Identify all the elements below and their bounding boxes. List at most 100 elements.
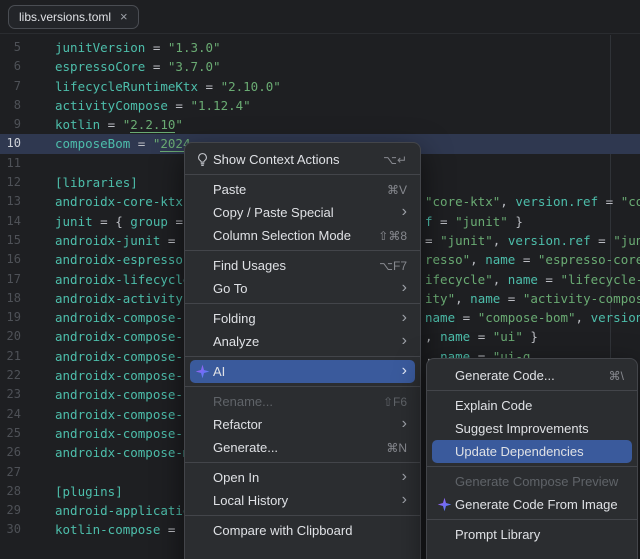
code-token: androidx-core-ktx xyxy=(55,194,183,209)
code-fragment-left: androidx-junit = { xyxy=(55,231,190,250)
ai-menu-item[interactable]: AI› xyxy=(190,360,415,383)
menu-separator xyxy=(427,519,637,520)
tab-title: libs.versions.toml xyxy=(19,10,111,24)
lightbulb-icon xyxy=(194,152,210,168)
update-dependencies-menu-item[interactable]: Update Dependencies xyxy=(432,440,632,463)
code-line-6: 6espressoCore = "3.7.0" xyxy=(0,57,640,76)
menu-separator xyxy=(185,250,420,251)
go-to-menu-item[interactable]: Go To› xyxy=(190,277,415,300)
code-fragment-left: kotlin-compose = { xyxy=(55,520,190,539)
code-fragment-left: androidx-core-ktx xyxy=(55,192,183,211)
line-number: 10 xyxy=(0,134,21,153)
menu-item-label: Generate Code... xyxy=(455,368,597,383)
editor-tab[interactable]: libs.versions.toml × xyxy=(8,5,139,29)
menu-separator xyxy=(185,303,420,304)
code-token: "2.10.0" xyxy=(221,79,281,94)
line-number: 19 xyxy=(0,308,21,327)
line-number: 15 xyxy=(0,231,21,250)
code-token: "junit xyxy=(613,233,640,248)
chevron-right-icon: › xyxy=(402,333,407,349)
code-fragment-left: lifecycleRuntimeKtx = "2.10.0" xyxy=(55,77,281,96)
generate-menu-item[interactable]: Generate...⌘N xyxy=(190,436,415,459)
code-token: "compose-bom" xyxy=(478,310,576,325)
refactor-menu-item[interactable]: Refactor› xyxy=(190,413,415,436)
code-token: androidx-compose-u xyxy=(55,426,190,441)
find-usages-menu-item[interactable]: Find Usages⌥F7 xyxy=(190,254,415,277)
code-token: androidx-lifecycle xyxy=(55,272,190,287)
code-token: = xyxy=(168,98,191,113)
shortcut-hint: ⌥F7 xyxy=(379,259,407,273)
line-number: 20 xyxy=(0,327,21,346)
analyze-menu-item[interactable]: Analyze › xyxy=(190,330,415,353)
code-fragment-left: composeBom = "2024 xyxy=(55,134,190,153)
ide-window: { "tab": { "title": "libs.versions.toml"… xyxy=(0,0,640,559)
column-selection-mode-menu-item[interactable]: Column Selection Mode ⇧⌘8 xyxy=(190,224,415,247)
generate-code-menu-item[interactable]: Generate Code...⌘\ xyxy=(432,364,632,387)
code-token: androidx-compose-u xyxy=(55,387,190,402)
code-token: androidx-espresso- xyxy=(55,252,190,267)
line-number: 26 xyxy=(0,443,21,462)
suggest-improvements-menu-item[interactable]: Suggest Improvements xyxy=(432,417,632,440)
code-fragment-right: = "junit", version.ref = "junit xyxy=(425,231,640,250)
prompt-library-menu-item[interactable]: Prompt Library xyxy=(432,523,632,546)
menu-item-label: Column Selection Mode xyxy=(213,228,366,243)
menu-item-label: Generate Code From Image xyxy=(455,497,624,512)
code-line-9: 9kotlin = "2.2.10" xyxy=(0,115,640,134)
line-number: 14 xyxy=(0,212,21,231)
code-token: activityCompose xyxy=(55,98,168,113)
code-token: junit xyxy=(55,214,93,229)
editor-tab-bar: libs.versions.toml × xyxy=(0,0,640,34)
menu-item-label: Analyze xyxy=(213,334,390,349)
menu-item-label: Go To xyxy=(213,281,390,296)
code-token: , xyxy=(493,272,508,287)
code-fragment-right: "core-ktx", version.ref = "cor xyxy=(425,192,640,211)
code-fragment-left: androidx-espresso- xyxy=(55,250,190,269)
compare-with-clipboard-menu-item[interactable]: Compare with Clipboard xyxy=(190,519,415,542)
code-token: "espresso-core" xyxy=(538,252,640,267)
shortcut-hint: ⇧⌘8 xyxy=(378,229,407,243)
code-token: = xyxy=(538,272,561,287)
local-history-menu-item[interactable]: Local History› xyxy=(190,489,415,512)
tab-close-icon[interactable]: × xyxy=(120,10,128,23)
line-number: 22 xyxy=(0,366,21,385)
menu-separator xyxy=(185,462,420,463)
code-token: , xyxy=(425,329,440,344)
menu-item-label: AI xyxy=(213,364,390,379)
folding-menu-item[interactable]: Folding› xyxy=(190,307,415,330)
open-in-menu-item[interactable]: Open In› xyxy=(190,466,415,489)
generate-code-from-image-menu-item[interactable]: Generate Code From Image xyxy=(432,493,632,516)
code-token: junitVersion xyxy=(55,40,145,55)
menu-item-label: Explain Code xyxy=(455,398,624,413)
ai-sparkle-icon xyxy=(194,364,210,380)
menu-item-label: Generate... xyxy=(213,440,374,455)
code-token: = { xyxy=(93,214,131,229)
code-token: , xyxy=(500,194,515,209)
code-token: version.ref xyxy=(508,233,591,248)
code-fragment-left: android-applicatio xyxy=(55,501,190,520)
code-fragment-left: [libraries] xyxy=(55,173,138,192)
code-token: , xyxy=(576,310,591,325)
show-context-actions-menu-item[interactable]: Show Context Actions⌥↵ xyxy=(190,148,415,171)
code-token: = xyxy=(145,40,168,55)
copy-paste-special-menu-item[interactable]: Copy / Paste Special› xyxy=(190,201,415,224)
menu-item-label: Update Dependencies xyxy=(455,444,624,459)
line-number: 28 xyxy=(0,482,21,501)
code-fragment-left: androidx-lifecycle xyxy=(55,270,190,289)
line-number: 7 xyxy=(0,77,21,96)
chevron-right-icon: › xyxy=(402,469,407,485)
generate-compose-preview-menu-item: Generate Compose Preview xyxy=(432,470,632,493)
line-number: 27 xyxy=(0,463,21,482)
menu-item-label: Local History xyxy=(213,493,390,508)
paste-menu-item[interactable]: Paste⌘V xyxy=(190,178,415,201)
line-number: 21 xyxy=(0,347,21,366)
code-token: androidx-compose-u xyxy=(55,349,190,364)
code-token: = xyxy=(198,79,221,94)
code-token: "lifecycle-ru xyxy=(560,272,640,287)
explain-code-menu-item[interactable]: Explain Code xyxy=(432,394,632,417)
menu-item-label: Generate Compose Preview xyxy=(455,474,624,489)
menu-item-label: Folding xyxy=(213,311,390,326)
code-token: name xyxy=(440,329,470,344)
code-token: } xyxy=(523,329,538,344)
code-token: "junit" xyxy=(455,214,508,229)
code-token: "activity-compose" xyxy=(523,291,640,306)
